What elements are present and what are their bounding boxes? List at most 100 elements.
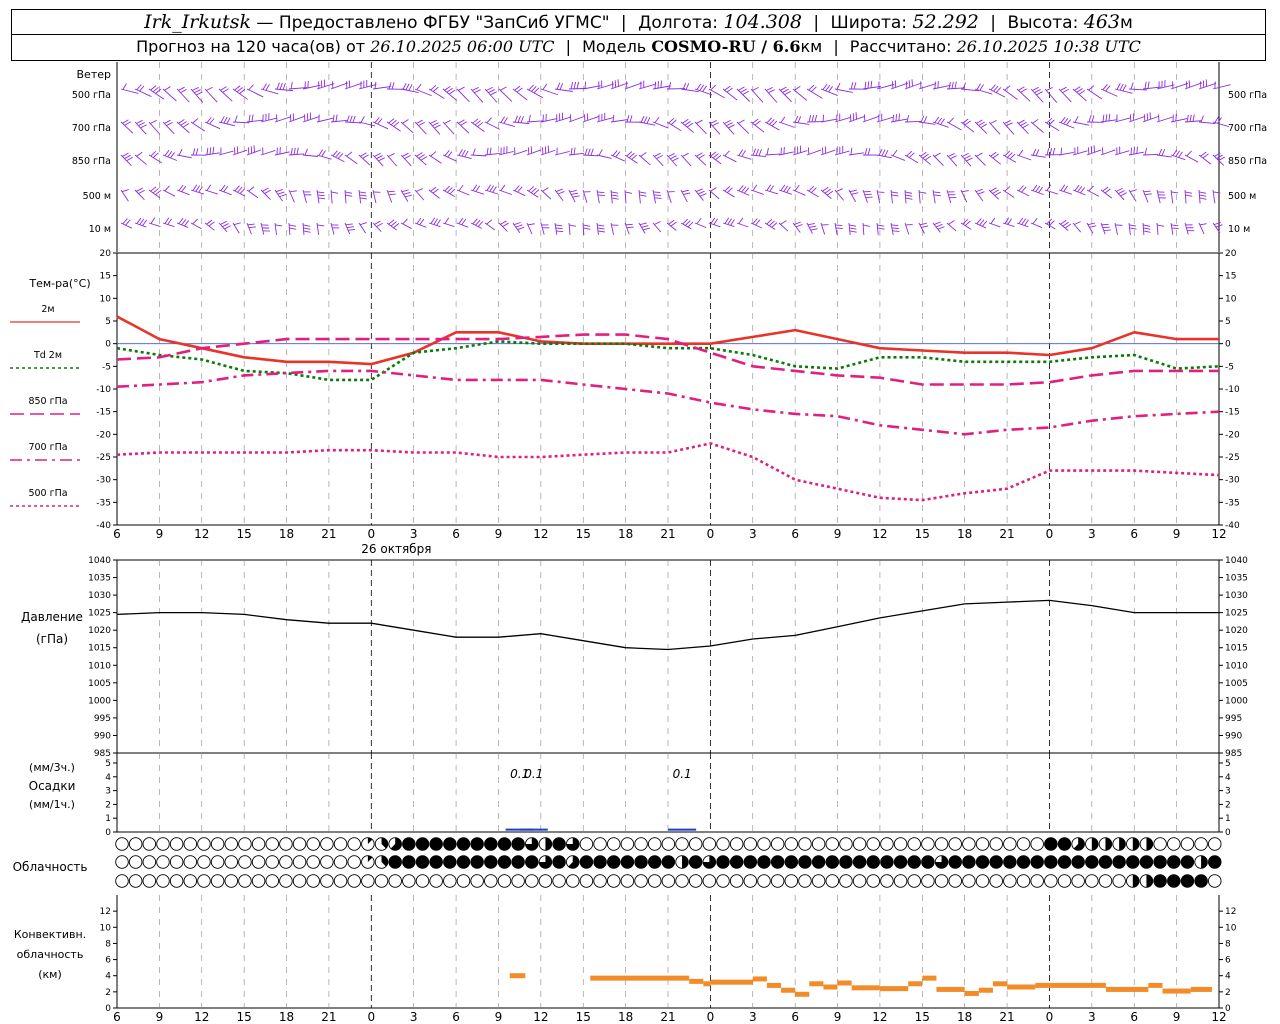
wind-barb	[638, 83, 657, 90]
wind-barb-flag	[990, 217, 996, 224]
wind-barb	[946, 121, 962, 131]
wind-barb-flag	[755, 219, 761, 226]
wind-barb-flag	[555, 227, 563, 230]
wind-barb-flag	[653, 191, 661, 193]
wind-barb-flag	[597, 194, 605, 197]
cloud-symbol	[716, 874, 730, 888]
wind-barb-flag	[625, 191, 633, 194]
cloud-fill	[1071, 855, 1085, 869]
wind-barb-flag	[276, 82, 280, 90]
cloud-symbol	[729, 837, 744, 851]
cloud-symbol	[647, 837, 662, 851]
cloud-symbol	[893, 874, 908, 888]
temp-tick-label-right: -10	[1225, 385, 1240, 395]
precip-bar-label: 0.1	[524, 767, 543, 781]
wind-barb-flag	[262, 187, 269, 192]
wind-barb-flag	[626, 151, 633, 157]
wind-barb-flag	[1185, 191, 1193, 194]
wind-barb	[1156, 116, 1173, 123]
wind-barb	[652, 121, 669, 129]
wind-barb-flag	[948, 153, 955, 157]
wind-barb-flag	[279, 82, 283, 90]
wind-barb-flag	[332, 114, 335, 122]
wind-barb-flag	[166, 121, 173, 127]
wind-barb-flag	[629, 115, 633, 123]
cloud-symbol	[757, 837, 771, 851]
wind-barb-flag	[209, 118, 215, 125]
wind-barb-flag	[851, 192, 859, 195]
wind-barb-flag	[835, 224, 843, 227]
wind-barb-flag	[654, 152, 661, 157]
wind-barb	[260, 88, 279, 95]
wind-barb-flag	[474, 120, 481, 126]
wind-barb-flag	[752, 218, 758, 225]
wind-barb-flag	[458, 184, 464, 192]
wind-barb-flag	[992, 153, 999, 159]
hour-label: 3	[410, 527, 418, 541]
cloud-fill	[825, 855, 839, 869]
wind-barb-flag	[517, 226, 525, 231]
wind-barb-flag	[743, 187, 750, 194]
cloud-symbol	[866, 837, 881, 851]
wind-barb-flag	[206, 147, 209, 155]
wind-barb-flag	[1060, 116, 1066, 124]
wind-barb-flag	[136, 119, 143, 124]
cloud-symbol	[1207, 837, 1222, 851]
wind-barb-flag	[1035, 185, 1041, 192]
wind-barb-flag	[780, 116, 786, 123]
wind-barb-flag	[919, 191, 927, 194]
wind-barb-flag	[472, 87, 479, 91]
cloud-symbol	[279, 855, 293, 869]
wind-barb-flag	[962, 152, 969, 157]
cloud-symbol	[634, 874, 648, 888]
wind-barb-flag	[275, 224, 283, 227]
wind-barb-flag	[1103, 229, 1111, 231]
cloud-symbol	[907, 837, 921, 851]
wind-barb-flag	[248, 186, 255, 192]
wind-barb-flag	[964, 120, 971, 126]
cloud-symbol	[702, 837, 717, 851]
wind-barb-flag	[1108, 113, 1111, 121]
wind-barb-flag	[513, 221, 521, 226]
wind-barb-flag	[570, 82, 574, 90]
wind-barb-flag	[828, 86, 834, 93]
legend-label-2: 850 гПа	[28, 396, 67, 407]
wind-barb-flag	[1062, 221, 1069, 227]
cloud-symbol	[784, 874, 799, 888]
wind-barb-flag	[138, 189, 145, 194]
conv-segment	[1190, 986, 1212, 992]
temp-tick-label-left: -35	[96, 498, 111, 508]
wind-barb-flag	[180, 121, 187, 126]
wind-barb-flag	[836, 188, 843, 192]
wind-barb	[148, 88, 165, 100]
wind-barb-flag	[402, 82, 407, 90]
cloud-symbol	[320, 855, 334, 869]
wind-barb-flag	[514, 115, 518, 123]
wind-barb	[442, 222, 455, 228]
wind-barb-flag	[826, 190, 834, 196]
wind-barb-flag	[150, 217, 156, 224]
hour-label: 6	[1130, 527, 1138, 541]
cloud-symbol	[784, 837, 799, 851]
wind-barb-flag	[416, 152, 423, 157]
hour-label: 6	[791, 527, 799, 541]
wind-barb-flag	[891, 224, 899, 227]
precip-tick-label-right: 1	[1225, 814, 1231, 824]
conv-segment	[703, 981, 711, 987]
wind-barb	[484, 121, 500, 130]
wind-barb-flag	[920, 151, 927, 157]
cloud-symbol	[333, 837, 348, 851]
wind-barb-flag	[1144, 148, 1148, 156]
conv-unit: (км)	[38, 968, 62, 981]
wind-barb	[358, 121, 376, 127]
cloud-symbol	[456, 874, 471, 888]
wind-barb-flag	[222, 223, 229, 228]
wind-barb-flag	[136, 217, 142, 224]
cloud-symbol	[593, 874, 607, 888]
wind-barb-flag	[247, 147, 250, 155]
wind-barb-flag	[318, 149, 323, 156]
wind-barb-flag	[405, 83, 410, 91]
wind-barb	[946, 222, 957, 232]
wind-barb-flag	[867, 81, 870, 89]
wind-barb-flag	[1007, 218, 1012, 225]
